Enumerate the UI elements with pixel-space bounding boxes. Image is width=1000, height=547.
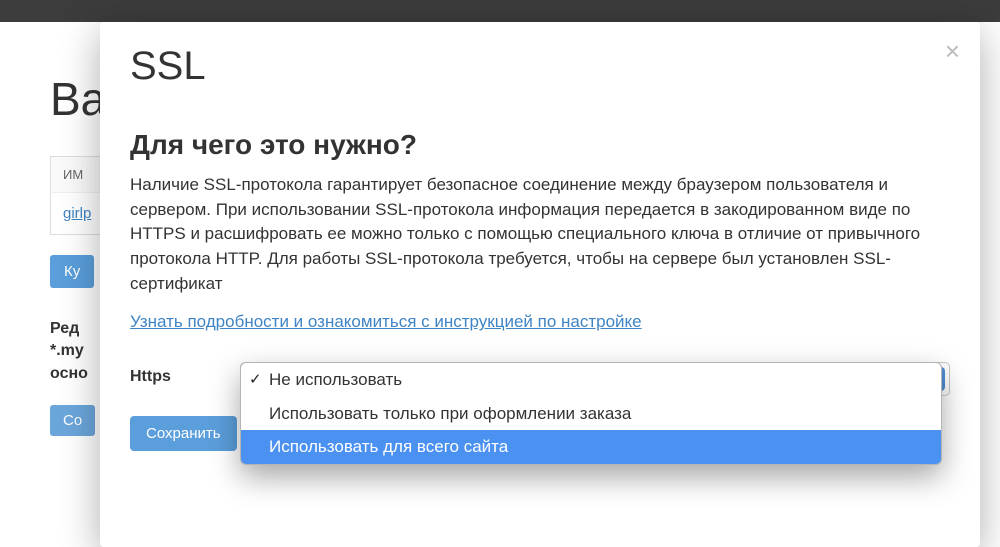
app-topbar: [0, 0, 1000, 22]
https-form-row: Https Не использовать Не использовать Ис…: [130, 362, 950, 396]
modal-subtitle: Для чего это нужно?: [130, 129, 950, 161]
https-option-none[interactable]: Не использовать: [241, 363, 941, 397]
buy-button[interactable]: Ку: [50, 255, 94, 288]
save-button[interactable]: Сохранить: [130, 416, 237, 451]
modal-description: Наличие SSL-протокола гарантирует безопа…: [130, 173, 950, 296]
learn-more-link[interactable]: Узнать подробности и ознакомиться с инст…: [130, 312, 642, 332]
close-icon[interactable]: ×: [945, 38, 960, 64]
bg-save-button[interactable]: Со: [50, 405, 95, 436]
domain-link[interactable]: girlp: [63, 205, 91, 222]
https-select-wrap: Не использовать Не использовать Использо…: [240, 362, 950, 396]
https-label: Https: [130, 362, 220, 386]
https-dropdown: Не использовать Использовать только при …: [240, 362, 942, 465]
https-option-checkout[interactable]: Использовать только при оформлении заказ…: [241, 397, 941, 431]
https-option-all[interactable]: Использовать для всего сайта: [241, 430, 941, 464]
ssl-modal: × SSL Для чего это нужно? Наличие SSL-пр…: [100, 22, 980, 547]
modal-title: SSL: [130, 44, 950, 89]
